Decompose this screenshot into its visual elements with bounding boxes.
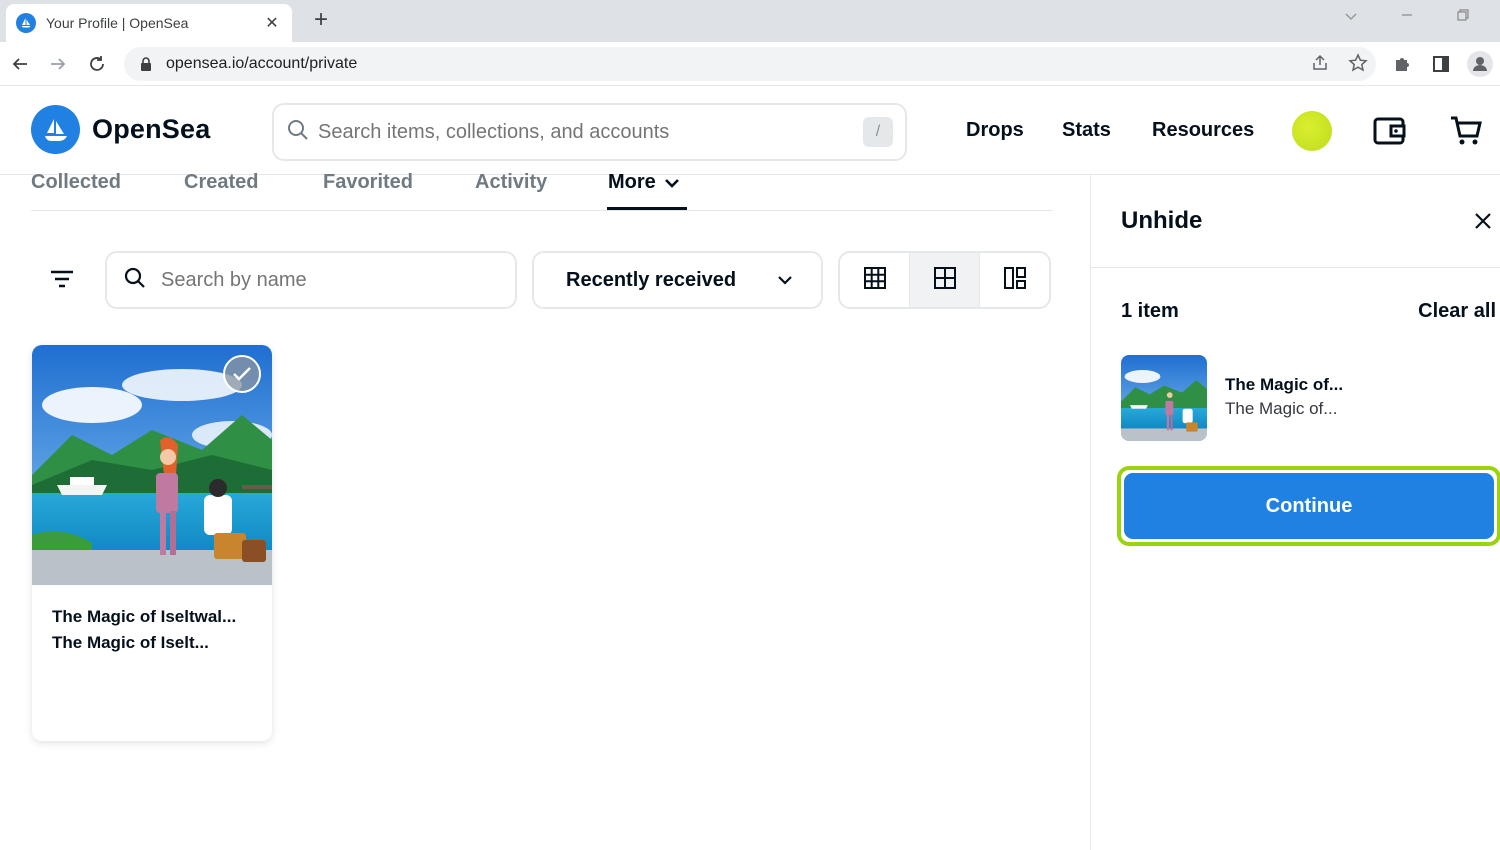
address-bar[interactable]: opensea.io/account/private <box>124 47 1376 81</box>
view-mode-toggle <box>838 251 1051 309</box>
opensea-favicon-icon <box>16 13 36 33</box>
tab-search-chevron-icon[interactable] <box>1336 8 1366 26</box>
close-icon[interactable] <box>1469 207 1497 235</box>
active-tab-underline <box>607 207 687 210</box>
opensea-logo[interactable]: OpenSea <box>31 105 210 154</box>
selected-item-thumbnail <box>1121 355 1207 441</box>
restore-window-icon[interactable] <box>1448 8 1478 27</box>
panel-title: Unhide <box>1121 207 1203 234</box>
forward-arrow-icon[interactable] <box>44 50 72 78</box>
profile-tabs: Collected Created Favorited Activity Mor… <box>31 171 1053 211</box>
name-search-input[interactable] <box>161 268 461 292</box>
name-search-box[interactable] <box>105 251 517 309</box>
selected-item-count: 1 item <box>1121 300 1179 322</box>
back-arrow-icon[interactable] <box>6 50 34 78</box>
small-grid-icon <box>863 266 887 295</box>
reload-icon[interactable] <box>83 50 111 78</box>
clear-all-button[interactable]: Clear all <box>1418 300 1496 323</box>
opensea-ship-icon <box>31 105 80 154</box>
browser-tab-title: Your Profile | OpenSea <box>46 15 189 31</box>
search-shortcut-badge: / <box>863 117 893 147</box>
filter-lines-icon <box>50 270 74 293</box>
search-icon <box>286 118 310 147</box>
mosaic-icon <box>1003 266 1027 295</box>
tab-created[interactable]: Created <box>184 171 258 194</box>
view-large-grid-button[interactable] <box>909 253 980 307</box>
global-search-box[interactable]: / <box>272 103 907 161</box>
lock-icon <box>140 57 154 71</box>
tab-more-label: More <box>608 171 656 193</box>
unhide-panel: Unhide 1 item Clear all The Magic of... … <box>1090 175 1500 850</box>
nft-card-title: The Magic of Iseltwal... <box>52 607 237 626</box>
user-avatar[interactable] <box>1292 111 1332 151</box>
new-tab-button[interactable]: + <box>306 6 336 36</box>
tab-activity[interactable]: Activity <box>475 171 547 194</box>
global-search-input[interactable] <box>318 120 863 144</box>
sort-dropdown[interactable]: Recently received <box>532 251 823 309</box>
continue-button-highlight: Continue <box>1117 466 1500 546</box>
selected-item-collection: The Magic of... <box>1225 399 1338 418</box>
chevron-down-icon <box>664 177 680 189</box>
view-mosaic-button[interactable] <box>980 253 1049 307</box>
side-panel-icon[interactable] <box>1427 50 1455 78</box>
nft-card-collection: The Magic of Iselt... <box>52 633 209 652</box>
cart-icon[interactable] <box>1446 111 1486 151</box>
filter-toggle-button[interactable] <box>40 259 84 303</box>
nft-card[interactable]: The Magic of Iseltwal... The Magic of Is… <box>32 345 272 741</box>
continue-button[interactable]: Continue <box>1124 473 1494 539</box>
bookmark-star-icon[interactable] <box>1348 53 1368 78</box>
nav-stats[interactable]: Stats <box>1062 119 1111 142</box>
chevron-down-icon <box>777 274 793 286</box>
logo-wordmark: OpenSea <box>92 114 211 144</box>
tab-favorited[interactable]: Favorited <box>323 171 413 194</box>
tab-close-icon[interactable]: ✕ <box>262 13 282 33</box>
minimize-window-icon[interactable] <box>1392 8 1422 27</box>
sort-selected-label: Recently received <box>566 268 737 291</box>
select-checkmark-icon[interactable] <box>223 355 261 393</box>
url-text: opensea.io/account/private <box>166 55 358 72</box>
site-header: OpenSea / Drops Stats Resources <box>0 87 1500 175</box>
large-grid-icon <box>933 266 957 295</box>
nav-resources[interactable]: Resources <box>1152 119 1254 142</box>
browser-tab[interactable]: Your Profile | OpenSea ✕ <box>6 4 292 42</box>
selected-item-title: The Magic of... <box>1225 375 1344 394</box>
panel-divider <box>1091 267 1500 268</box>
wallet-icon[interactable] <box>1370 111 1410 151</box>
browser-profile-icon[interactable] <box>1466 50 1494 78</box>
search-icon <box>123 266 147 295</box>
view-small-grid-button[interactable] <box>840 253 909 307</box>
tab-collected[interactable]: Collected <box>31 171 121 194</box>
tab-more[interactable]: More <box>608 171 680 194</box>
browser-tabstrip: Your Profile | OpenSea ✕ + <box>0 0 1500 42</box>
extensions-puzzle-icon[interactable] <box>1389 50 1417 78</box>
share-icon[interactable] <box>1310 53 1330 78</box>
nav-drops[interactable]: Drops <box>966 119 1024 142</box>
browser-toolbar: opensea.io/account/private <box>0 42 1500 86</box>
